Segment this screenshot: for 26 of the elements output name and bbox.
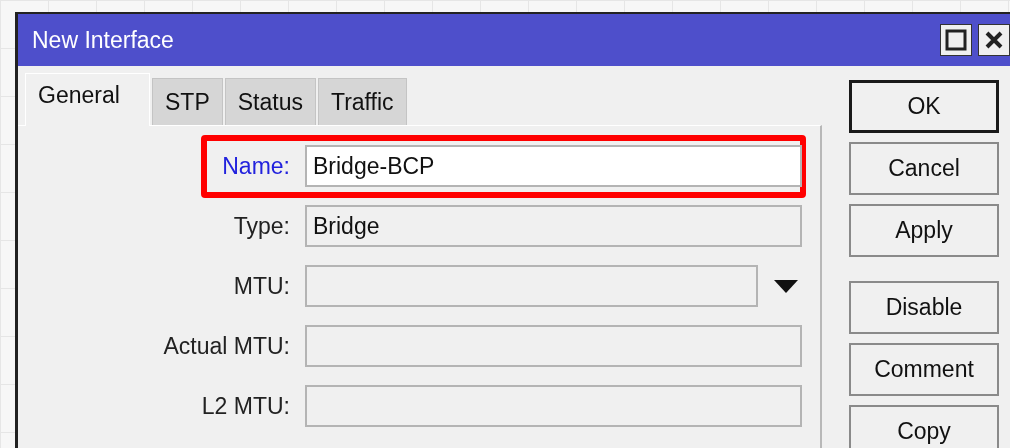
input-field[interactable] bbox=[305, 385, 802, 427]
close-icon bbox=[984, 30, 1004, 50]
tab[interactable]: STP bbox=[152, 78, 223, 125]
close-button[interactable] bbox=[978, 24, 1010, 56]
dialog-button[interactable]: Cancel bbox=[849, 142, 999, 195]
dialog-button[interactable]: Disable bbox=[849, 281, 999, 334]
maximize-icon bbox=[945, 29, 967, 51]
dialog-button[interactable]: Apply bbox=[849, 204, 999, 257]
field-label: Name: bbox=[221, 152, 290, 180]
dialog-button[interactable]: Copy bbox=[849, 405, 999, 448]
tab[interactable]: Status bbox=[224, 78, 316, 125]
input-field[interactable] bbox=[305, 325, 802, 367]
window-title: New Interface bbox=[32, 26, 175, 54]
field-label: Type: bbox=[232, 212, 290, 240]
field-label: L2 MTU: bbox=[200, 392, 290, 420]
field-label: Actual MTU: bbox=[162, 332, 290, 360]
maximize-button[interactable] bbox=[940, 24, 972, 56]
tab[interactable]: General bbox=[25, 73, 150, 126]
input-field[interactable]: Bridge-BCP bbox=[305, 145, 802, 187]
dialog-button[interactable]: Comment bbox=[849, 343, 999, 396]
dialog-button[interactable]: OK bbox=[849, 80, 999, 133]
dropdown-field[interactable] bbox=[305, 265, 758, 307]
field-label: MTU: bbox=[232, 272, 290, 300]
tab[interactable]: Traffic bbox=[317, 78, 407, 125]
dropdown-arrow-icon[interactable] bbox=[774, 279, 798, 293]
input-field[interactable]: Bridge bbox=[305, 205, 802, 247]
